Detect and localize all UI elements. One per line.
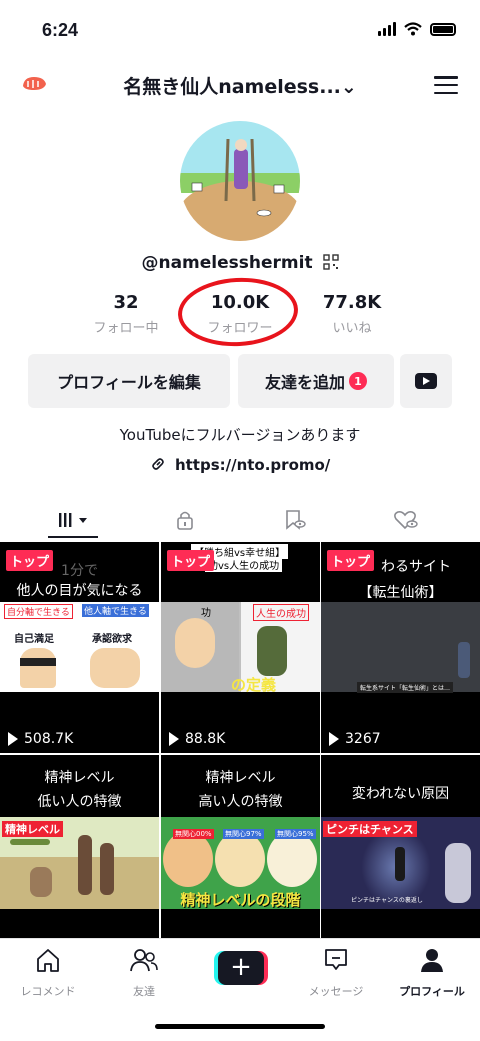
thumb-text: 他人軸で生きる [82, 604, 149, 617]
plus-icon: + [218, 951, 264, 985]
profile-handle: @namelesshermit [0, 253, 480, 273]
thumb-text: の定義 [231, 676, 277, 694]
thumb-text: 自己満足 [14, 634, 54, 645]
nav-label: レコメンド [20, 985, 76, 998]
video-thumbnail-5[interactable]: 精神レベル 高い人の特徴 無関心00% 無関心97% 無関心95% 精神レベルの… [161, 755, 320, 938]
video-grid: 1分で 他人の目が気になる 自分軸で生きる 他人軸で生きる 自己満足 承認欲求 … [0, 542, 480, 938]
following-count: 32 [113, 292, 139, 313]
play-icon [329, 732, 339, 746]
following-stat[interactable]: 32 フォロー中 [66, 292, 186, 336]
video-caption: 精神レベル [44, 770, 115, 786]
avatar[interactable] [180, 121, 300, 241]
youtube-icon [415, 373, 437, 389]
view-count: 508.7K [8, 731, 73, 747]
status-time: 6:24 [42, 20, 79, 40]
video-caption: 精神レベル [205, 770, 276, 786]
account-switcher[interactable]: 名無き仙人nameless...⌄ [0, 72, 480, 99]
menu-icon[interactable] [434, 76, 458, 94]
nav-label: プロフィール [399, 985, 465, 998]
bio-link-text: https://nto.promo/ [174, 456, 331, 474]
thumb-text: 無関心95% [275, 829, 316, 839]
notification-badge: 1 [349, 372, 367, 390]
play-icon [8, 732, 18, 746]
likes-count: 77.8K [322, 292, 382, 313]
thumb-text: 精神レベル [2, 821, 63, 837]
youtube-link-button[interactable] [400, 354, 452, 408]
signal-icon [378, 22, 396, 36]
nav-inbox[interactable]: メッセージ [288, 947, 384, 999]
heart-eye-icon [394, 511, 418, 530]
thumb-text: 自分軸で生きる [4, 604, 73, 619]
battery-icon [430, 22, 456, 36]
profile-icon [421, 949, 443, 972]
video-caption: 低い人の特徴 [37, 794, 122, 810]
status-bar: 6:24 [0, 0, 480, 64]
thumb-text: 功 [201, 608, 211, 619]
thumb-text: 人生の成功 [253, 604, 309, 621]
nav-profile[interactable]: プロフィール [384, 947, 480, 999]
video-thumbnail-2[interactable]: 【勝ち組vs幸せ組】 功vs人生の成功 功 人生の成功 の定義 トップ 88.8… [161, 542, 320, 753]
view-count: 3267 [329, 731, 381, 747]
following-label: フォロー中 [93, 321, 159, 336]
likes-stat[interactable]: 77.8K いいね [292, 292, 412, 336]
bio-text: YouTubeにフルバージョンあります [119, 426, 361, 444]
lock-icon [177, 511, 193, 530]
bookmark-eye-icon [286, 510, 306, 530]
video-caption: 変われない原因 [351, 786, 450, 802]
content-tabs [0, 496, 480, 540]
pinned-badge: トップ [327, 550, 375, 571]
thumb-text: ピンチはチャンス [323, 821, 417, 837]
pinned-badge: トップ [167, 550, 215, 571]
video-caption: 【転生仙術】 [358, 585, 443, 601]
view-count: 88.8K [169, 731, 225, 747]
add-friends-button[interactable]: 友達を追加 1 [238, 354, 394, 408]
thumb-text: 転生系サイト「転生仙術」とは… [357, 682, 454, 693]
thumb-text: 無関心97% [223, 829, 264, 839]
nav-label: メッセージ [308, 985, 364, 998]
video-thumbnail-1[interactable]: 1分で 他人の目が気になる 自分軸で生きる 他人軸で生きる 自己満足 承認欲求 … [0, 542, 159, 753]
play-icon [169, 732, 179, 746]
tab-favorites[interactable] [235, 502, 355, 538]
grid-icon [59, 513, 87, 527]
qr-code-icon[interactable] [322, 254, 339, 270]
tab-videos[interactable] [14, 502, 134, 538]
video-caption: わるサイト [381, 559, 451, 575]
add-friends-label: 友達を追加 [264, 373, 345, 392]
edit-profile-button[interactable]: プロフィールを編集 [28, 354, 230, 408]
nav-home[interactable]: レコメンド [0, 947, 96, 999]
status-icons [378, 22, 456, 36]
home-icon [37, 949, 59, 972]
profile-header: 名無き仙人nameless...⌄ [0, 64, 480, 108]
bio-link[interactable]: https://nto.promo/ [0, 456, 480, 474]
active-tab-indicator [48, 536, 98, 538]
nav-friends[interactable]: 友達 [96, 947, 192, 999]
thumb-text: 精神レベルの段階 [180, 891, 301, 909]
thumb-text: 承認欲求 [92, 634, 132, 645]
create-button[interactable]: + [214, 951, 268, 985]
thumb-text: 無関心00% [173, 829, 214, 839]
pinned-badge: トップ [6, 550, 54, 571]
tab-private[interactable] [125, 502, 245, 538]
tab-liked[interactable] [346, 502, 466, 538]
video-caption: 高い人の特徴 [198, 794, 283, 810]
friends-icon [130, 949, 158, 972]
thumb-text: ピンチはチャンスの裏返し [351, 897, 423, 904]
video-caption: 功vs人生の成功 [205, 557, 283, 572]
video-caption: 他人の目が気になる [16, 583, 143, 599]
nav-label: 友達 [133, 985, 155, 998]
inbox-icon [325, 949, 347, 970]
video-thumbnail-3[interactable]: わるサイト 【転生仙術】 転生系サイト「転生仙術」とは… トップ 3267 [321, 542, 480, 753]
home-indicator [155, 1024, 325, 1029]
wifi-icon [404, 22, 422, 36]
link-icon [151, 458, 164, 470]
edit-profile-label: プロフィールを編集 [57, 373, 201, 392]
likes-label: いいね [332, 321, 372, 336]
video-thumbnail-4[interactable]: 精神レベル 低い人の特徴 精神レベル [0, 755, 159, 938]
video-thumbnail-6[interactable]: 変われない原因 ピンチはチャンスの裏返し ピンチはチャンス [321, 755, 480, 938]
